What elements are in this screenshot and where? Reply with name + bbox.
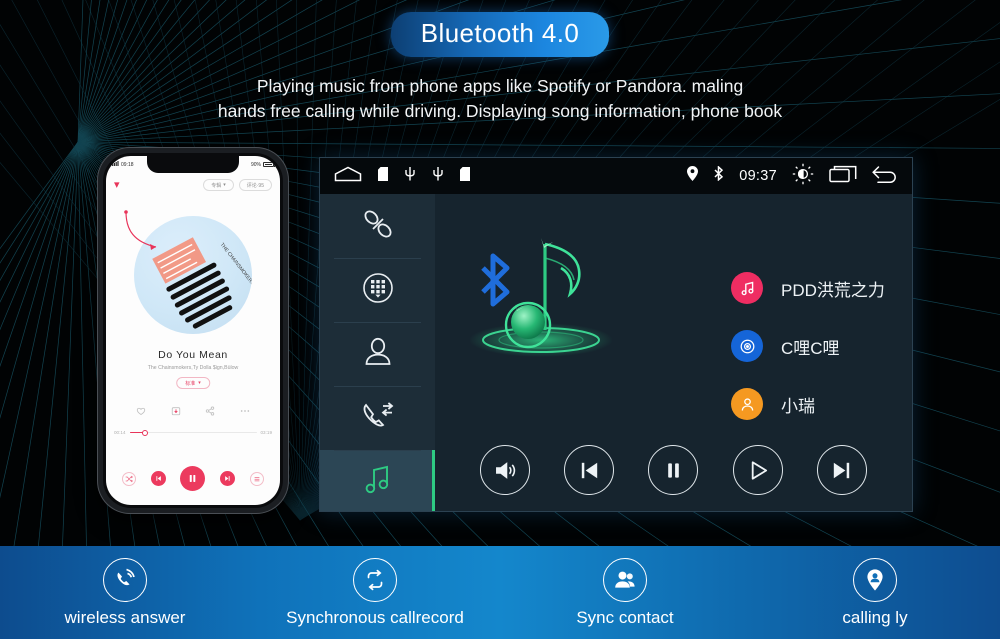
recents-icon[interactable] [829, 165, 857, 188]
download-icon[interactable] [171, 403, 181, 421]
next-icon[interactable] [220, 471, 236, 486]
previous-icon[interactable] [564, 445, 615, 495]
back-icon[interactable] [872, 165, 898, 188]
sidebar-item-dialpad[interactable] [320, 258, 435, 322]
sdcard-icon [378, 166, 388, 186]
phone-bezel: 09:18 90% ▾ 专辑 ▾ 评论·95 THE CHAINSMOKERS … [103, 153, 283, 508]
sidebar-item-contacts[interactable] [320, 322, 435, 386]
sidebar-item-call-records[interactable] [320, 386, 435, 450]
car-head-unit: 09:37 PDD洪荒之力 C哩C哩 小瑞 [319, 157, 913, 512]
sidebar-item-bluetooth-pair[interactable] [320, 194, 435, 258]
phone-transport [106, 466, 280, 491]
feature-label: Sync contact [576, 607, 674, 627]
track-name: PDD洪荒之力 [781, 280, 885, 300]
page-title-badge: Bluetooth 4.0 [390, 12, 610, 57]
phone-song-artist: The Chainsmokers,Ty Dolla $ign,Bülow [147, 365, 239, 371]
description: Playing music from phone apps like Spoti… [0, 74, 1000, 124]
call-transfer-icon [359, 398, 397, 439]
elapsed-time: 00:14 [114, 430, 126, 435]
head-unit-status-bar: 09:37 [320, 158, 912, 194]
feature-calling-ly[interactable]: calling ly [750, 546, 1000, 639]
total-time: 03:19 [260, 430, 273, 435]
shuffle-icon[interactable] [122, 471, 137, 486]
track-row[interactable]: 小瑞 [731, 388, 885, 420]
phone-status-bar: 09:18 90% [106, 158, 280, 171]
sidebar-item-music[interactable] [320, 450, 435, 511]
chevron-down-icon: ▾ [223, 182, 226, 188]
phone-app-header: ▾ 专辑 ▾ 评论·95 [106, 175, 280, 195]
playback-controls [435, 445, 912, 495]
heart-icon[interactable] [136, 403, 146, 421]
battery-icon [263, 162, 275, 167]
track-name: C哩C哩 [781, 338, 840, 358]
pause-icon[interactable] [180, 466, 206, 491]
promo-page: Bluetooth 4.0 Playing music from phone a… [0, 0, 1000, 639]
pointer-curve [124, 210, 157, 250]
pause-icon[interactable] [648, 445, 699, 495]
previous-icon[interactable] [150, 471, 166, 486]
quality-tag-label: 标准 [185, 380, 196, 387]
track-list: PDD洪荒之力 C哩C哩 小瑞 [731, 272, 885, 420]
phone-song-title: Do You Mean [158, 349, 228, 361]
dialpad-icon [360, 270, 396, 311]
head-unit-clock: 09:37 [739, 168, 777, 184]
contact-icon [360, 334, 396, 375]
feature-label: wireless answer [64, 607, 186, 627]
head-unit-sidebar [320, 194, 435, 511]
sdcard-icon [460, 166, 470, 186]
next-icon[interactable] [816, 445, 867, 495]
phone-status-time: 09:18 [121, 161, 134, 168]
home-icon[interactable] [334, 166, 362, 187]
signal-icon [112, 161, 119, 168]
bluetooth-icon [713, 165, 724, 186]
share-icon[interactable] [205, 403, 215, 421]
quality-tag[interactable]: 标准 ▾ [176, 377, 210, 389]
album-pill[interactable]: 专辑 ▾ [203, 179, 234, 191]
music-note-icon [731, 272, 763, 304]
feature-synchronous-callrecord[interactable]: Synchronous callrecord [250, 546, 500, 639]
phone-wave-icon [103, 557, 147, 602]
description-line-2: hands free calling while driving. Displa… [217, 101, 783, 121]
comments-pill[interactable]: 评论·95 [238, 179, 272, 191]
collapse-chevron-icon[interactable]: ▾ [114, 179, 120, 191]
feature-label: calling ly [842, 607, 908, 627]
track-row[interactable]: PDD洪荒之力 [731, 272, 885, 304]
feature-wireless-answer[interactable]: wireless answer [0, 546, 250, 639]
contacts-icon [603, 557, 647, 602]
music-stage: PDD洪荒之力 C哩C哩 小瑞 [435, 194, 912, 511]
comments-pill-label: 评论·95 [246, 182, 264, 189]
smartphone-mockup: 09:18 90% ▾ 专辑 ▾ 评论·95 THE CHAINSMOKERS … [98, 148, 288, 513]
more-icon[interactable] [240, 403, 250, 421]
disc-icon [731, 330, 763, 362]
link-icon [360, 206, 396, 247]
description-line-1: Playing music from phone apps like Spoti… [256, 76, 744, 96]
playlist-icon[interactable] [249, 471, 264, 486]
phone-battery-percent: 90% [250, 161, 261, 168]
usb-icon [404, 166, 416, 186]
person-icon [731, 388, 763, 420]
sync-loop-icon [353, 557, 397, 602]
head-unit-body: PDD洪荒之力 C哩C哩 小瑞 [320, 194, 912, 511]
album-pill-label: 专辑 [211, 182, 222, 189]
track-name: 小瑞 [781, 396, 815, 416]
volume-icon[interactable] [480, 445, 531, 495]
phone-progress[interactable]: 00:14 03:19 [114, 429, 273, 436]
music-note-icon [360, 462, 396, 503]
feature-bar: wireless answer Synchronous callrecord S… [0, 546, 1000, 639]
feature-sync-contact[interactable]: Sync contact [500, 546, 750, 639]
title-badge-wrap: Bluetooth 4.0 [0, 12, 1000, 57]
brightness-icon[interactable] [792, 163, 814, 190]
phone-screen: 09:18 90% ▾ 专辑 ▾ 评论·95 THE CHAINSMOKERS … [106, 156, 280, 505]
bluetooth-icon [481, 253, 510, 307]
progress-bar[interactable] [129, 429, 257, 436]
usb-icon [432, 166, 444, 186]
chevron-down-icon: ▾ [198, 380, 201, 386]
phone-action-icons [106, 403, 280, 421]
location-icon [687, 166, 699, 186]
play-icon[interactable] [732, 445, 783, 495]
feature-label: Synchronous callrecord [286, 607, 464, 627]
caller-id-icon [853, 557, 897, 602]
track-row[interactable]: C哩C哩 [731, 330, 885, 362]
